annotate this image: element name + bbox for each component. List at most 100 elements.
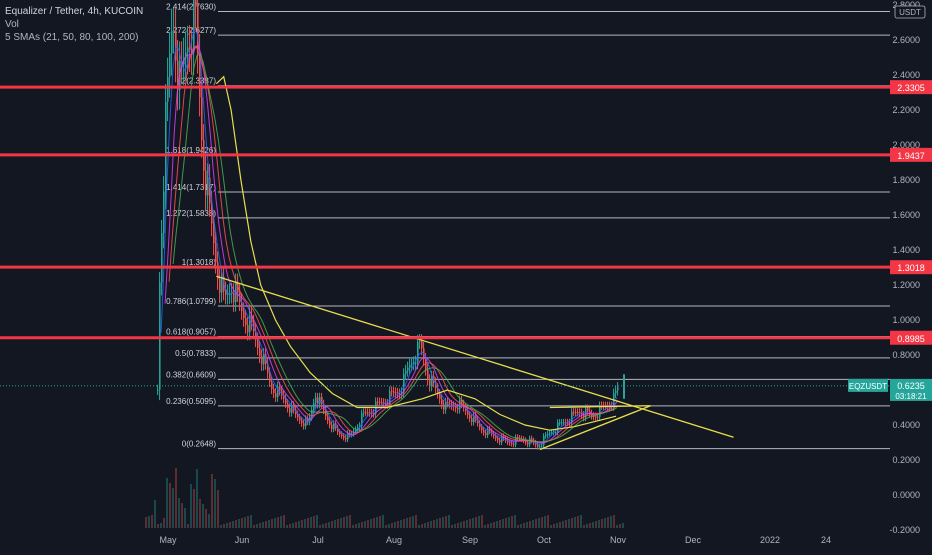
price-candle[interactable] [431,376,433,386]
price-candle[interactable] [201,97,203,141]
price-candle[interactable] [587,408,589,411]
price-candle[interactable] [511,443,513,445]
price-candle[interactable] [417,341,419,363]
price-candle[interactable] [345,437,347,440]
price-candle[interactable] [449,403,451,405]
price-candle[interactable] [377,401,379,403]
price-candle[interactable] [163,191,165,233]
price-candle[interactable] [379,401,381,403]
price-candle[interactable] [499,440,501,443]
price-candle[interactable] [509,442,511,444]
price-candle[interactable] [329,420,331,425]
price-candle[interactable] [555,432,557,434]
price-candle[interactable] [429,379,431,386]
price-candle[interactable] [315,397,317,404]
price-candle[interactable] [495,435,497,439]
price-candle[interactable] [393,391,395,393]
price-candle[interactable] [441,399,443,405]
price-candle[interactable] [221,276,223,293]
price-candle[interactable] [287,403,289,409]
price-candle[interactable] [285,398,287,404]
sma-indicator-label[interactable]: 5 SMAs (21, 50, 80, 100, 200) [5,31,143,44]
price-candle[interactable] [419,341,421,343]
price-candle[interactable] [261,356,263,365]
price-candle[interactable] [427,369,429,380]
price-candle[interactable] [527,442,529,445]
price-candle[interactable] [445,401,447,410]
price-candle[interactable] [227,294,229,296]
price-candle[interactable] [557,422,559,433]
price-candle[interactable] [497,438,499,441]
price-candle[interactable] [363,412,365,414]
price-candle[interactable] [289,408,291,413]
price-candle[interactable] [327,416,329,421]
price-candle[interactable] [259,348,261,357]
price-candle[interactable] [159,282,161,390]
volume-indicator-label[interactable]: Vol [5,18,143,31]
price-candle[interactable] [391,391,393,393]
price-candle[interactable] [303,423,305,427]
price-candle[interactable] [459,399,461,410]
price-candle[interactable] [331,424,333,429]
symbol-title[interactable]: Equalizer / Tether, 4h, KUCOIN [5,5,143,18]
price-candle[interactable] [343,435,345,438]
horizontal-lines[interactable]: 2.3305 1.9437 1.3018 0.8985 [0,80,932,345]
price-candle[interactable] [545,434,547,437]
fib-retracement[interactable]: 2.414(2.7630)2.272(2.6277)2(2.3387)1.618… [166,2,890,450]
price-candle[interactable] [173,30,175,32]
price-candle[interactable] [161,232,163,283]
price-candle[interactable] [339,431,341,435]
price-candle[interactable] [421,341,423,349]
price-candle[interactable] [247,325,249,333]
price-candle[interactable] [205,170,207,196]
price-candle[interactable] [575,412,577,414]
price-candle[interactable] [195,0,197,8]
price-candle[interactable] [169,53,171,77]
price-candle[interactable] [319,397,321,404]
price-candle[interactable] [513,443,515,445]
price-candle[interactable] [617,387,619,391]
price-candle[interactable] [615,390,617,394]
price-candle[interactable] [157,389,159,391]
price-candle[interactable] [485,432,487,436]
price-candle[interactable] [411,363,413,365]
price-candle[interactable] [547,433,549,435]
price-candle[interactable] [595,416,597,418]
price-candle[interactable] [165,101,167,192]
price-candle[interactable] [271,381,273,389]
price-candle[interactable] [483,430,485,433]
price-candle[interactable] [537,444,539,447]
price-candle[interactable] [573,411,575,413]
price-candle[interactable] [245,318,247,326]
price-candle[interactable] [395,392,397,394]
price-candle[interactable] [457,408,459,410]
price-candle[interactable] [193,0,195,53]
price-candle[interactable] [299,417,301,421]
price-candle[interactable] [405,370,407,374]
price-candle[interactable] [563,422,565,424]
price-candle[interactable] [471,418,473,422]
price-candle[interactable] [341,434,343,436]
price-candle[interactable] [233,292,235,302]
price-candle[interactable] [439,393,441,400]
price-candle[interactable] [559,422,561,424]
price-candle[interactable] [455,406,457,409]
price-candle[interactable] [215,243,217,263]
trendlines[interactable] [216,275,734,451]
price-candle[interactable] [243,310,245,319]
price-candle[interactable] [409,364,411,368]
price-candle[interactable] [597,416,599,418]
price-candle[interactable] [167,76,169,102]
price-candle[interactable] [365,412,367,414]
price-candle[interactable] [481,427,483,431]
price-candle[interactable] [451,404,453,406]
price-candle[interactable] [467,411,469,415]
price-candle[interactable] [367,412,369,414]
price-candle[interactable] [313,403,315,410]
price-candle[interactable] [171,30,173,54]
price-candle[interactable] [219,279,221,293]
price-candle[interactable] [543,436,545,446]
price-candle[interactable] [551,432,553,434]
price-candle[interactable] [443,404,445,410]
price-candle[interactable] [549,432,551,434]
